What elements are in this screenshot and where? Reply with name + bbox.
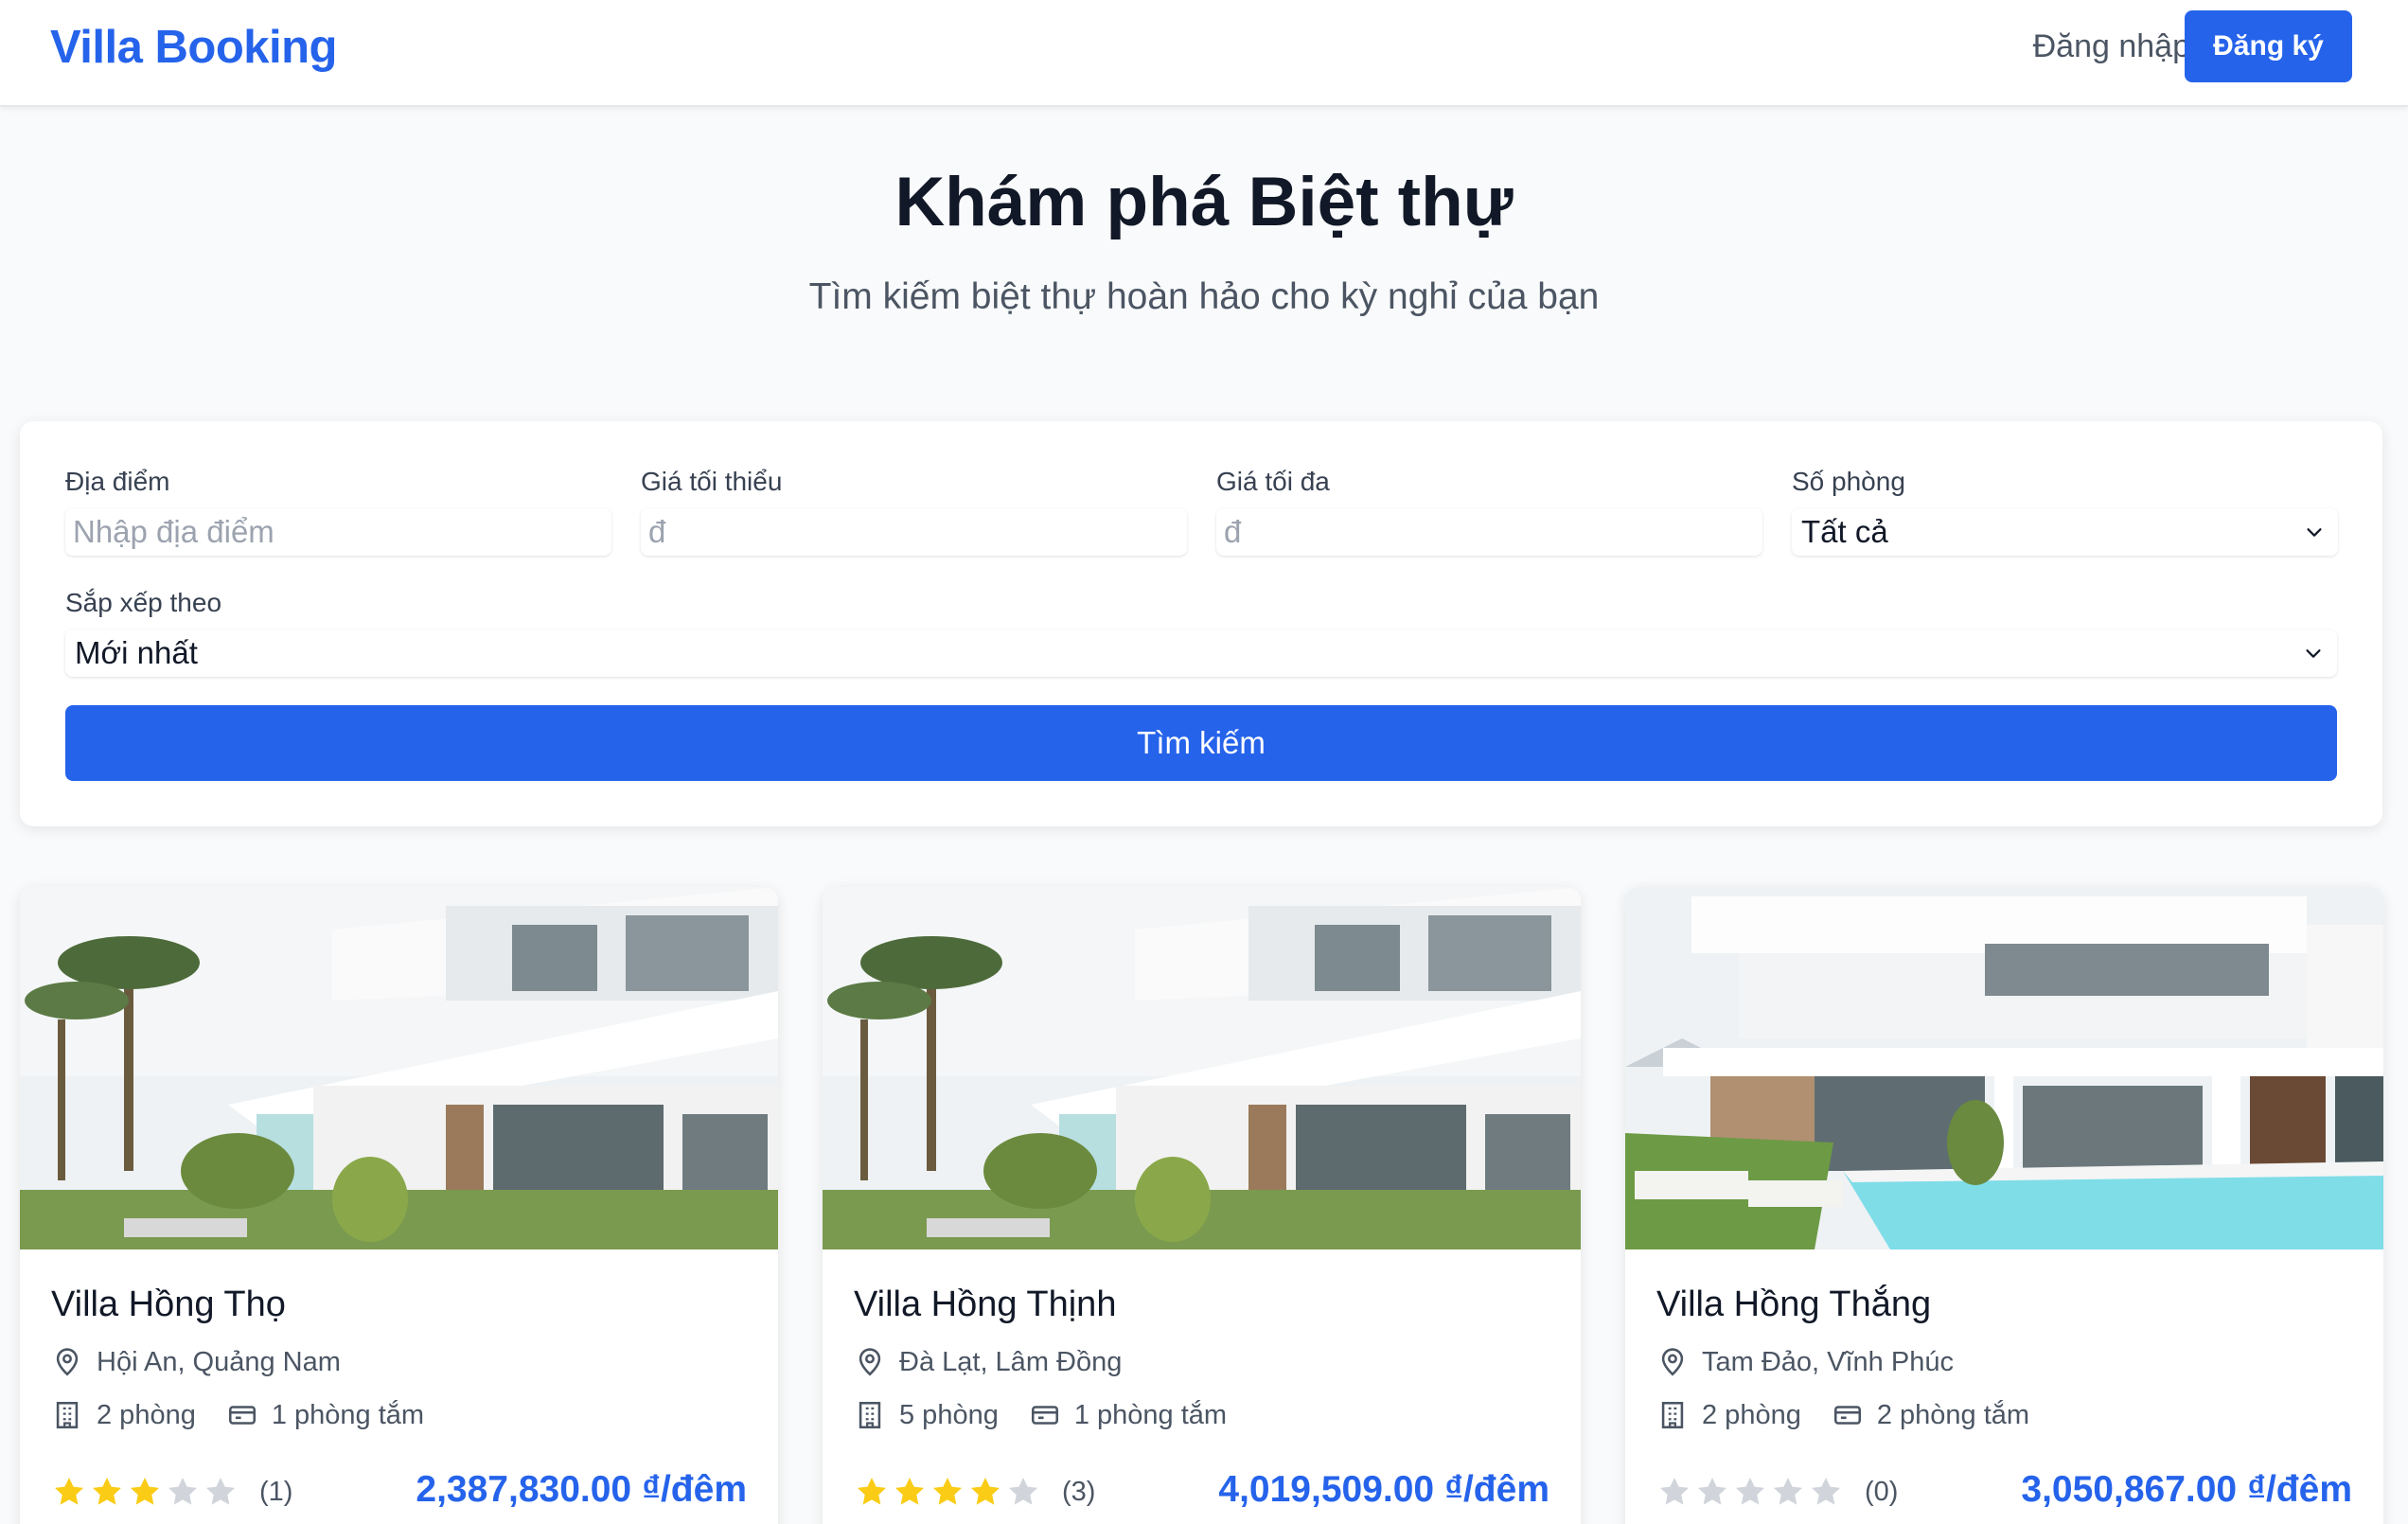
villa-price: 2,387,830.00 ₫/đêm — [416, 1469, 747, 1510]
star-icon — [1811, 1477, 1841, 1505]
building-icon — [1661, 1401, 1684, 1429]
villa-name[interactable]: Villa Hồng Thọ — [51, 1285, 286, 1325]
star-icon — [932, 1477, 963, 1505]
villa-location: Hội An, Quảng Nam — [51, 1346, 341, 1378]
villa-location: Tam Đảo, Vĩnh Phúc — [1656, 1346, 1954, 1378]
location-text: Hội An, Quảng Nam — [97, 1346, 341, 1377]
review-count: (1) — [259, 1476, 293, 1507]
rooms-text: 2 phòng — [1702, 1399, 1801, 1430]
location-input[interactable]: Nhập địa điểm — [65, 508, 611, 556]
login-link[interactable]: Đăng nhập — [2033, 28, 2190, 65]
bath-card-icon — [1031, 1406, 1058, 1425]
star-icon — [1735, 1477, 1765, 1505]
location-text: Đà Lạt, Lâm Đồng — [899, 1346, 1123, 1377]
star-icon — [92, 1477, 122, 1505]
villa-specs: 2 phòng 2 phòng tắm — [1656, 1399, 2060, 1431]
villa-card[interactable]: Villa Hồng Thọ Hội An, Quảng Nam 2 phòng… — [20, 887, 778, 1524]
star-rating: (1) — [51, 1474, 292, 1510]
chevron-down-icon — [2306, 649, 2321, 658]
star-icon — [1008, 1477, 1038, 1505]
map-pin-icon — [1661, 1348, 1684, 1376]
villa-price: 4,019,509.00 ₫/đêm — [1218, 1469, 1549, 1510]
villa-photo[interactable] — [823, 887, 1581, 1249]
page-subtitle: Tìm kiếm biệt thự hoàn hảo cho kỳ nghỉ c… — [808, 276, 1600, 317]
villa-specs: 5 phòng 1 phòng tắm — [854, 1399, 1257, 1431]
chevron-down-icon — [2307, 528, 2322, 537]
min-price-label: Giá tối thiểu — [641, 467, 783, 496]
star-icon — [970, 1477, 1000, 1505]
star-rating: (0) — [1656, 1474, 1898, 1510]
sort-select-value: Mới nhất — [75, 635, 198, 670]
map-pin-icon — [859, 1348, 881, 1376]
villa-card[interactable]: Villa Hồng Thắng Tam Đảo, Vĩnh Phúc 2 ph… — [1625, 887, 2383, 1524]
location-label: Địa điểm — [65, 467, 170, 496]
sort-label: Sắp xếp theo — [65, 588, 222, 617]
max-price-label: Giá tối đa — [1216, 467, 1330, 496]
rooms-text: 5 phòng — [899, 1399, 999, 1430]
building-icon — [56, 1401, 79, 1429]
star-icon — [205, 1477, 236, 1505]
villa-card[interactable]: Villa Hồng Thịnh Đà Lạt, Lâm Đồng 5 phòn… — [823, 887, 1581, 1524]
max-price-input[interactable]: đ — [1216, 508, 1762, 556]
villa-photo[interactable] — [20, 887, 778, 1249]
rooms-text: 2 phòng — [97, 1399, 196, 1430]
signup-button[interactable]: Đăng ký — [2185, 10, 2352, 82]
villa-name[interactable]: Villa Hồng Thắng — [1656, 1285, 1931, 1325]
star-icon — [1773, 1477, 1803, 1505]
building-icon — [859, 1401, 881, 1429]
page-title: Khám phá Biệt thự — [894, 164, 1514, 240]
bathrooms-text: 2 phòng tắm — [1876, 1399, 2030, 1430]
rooms-select-value: Tất cả — [1801, 514, 1888, 549]
bath-card-icon — [228, 1406, 256, 1425]
star-icon — [168, 1477, 198, 1505]
star-icon — [857, 1477, 887, 1505]
rooms-select[interactable]: Tất cả — [1792, 508, 2338, 556]
villa-name[interactable]: Villa Hồng Thịnh — [854, 1285, 1116, 1325]
star-icon — [894, 1477, 925, 1505]
top-navbar: Villa Booking Đăng nhập Đăng ký — [0, 0, 2408, 107]
villa-specs: 2 phòng 1 phòng tắm — [51, 1399, 454, 1431]
star-rating: (3) — [854, 1474, 1095, 1510]
bath-card-icon — [1833, 1406, 1861, 1425]
star-icon — [54, 1477, 84, 1505]
search-button[interactable]: Tìm kiếm — [65, 705, 2337, 781]
min-price-input[interactable]: đ — [641, 508, 1187, 556]
villa-price: 3,050,867.00 ₫/đêm — [2021, 1469, 2352, 1510]
star-icon — [1659, 1477, 1690, 1505]
sort-select[interactable]: Mới nhất — [65, 629, 2337, 677]
review-count: (3) — [1062, 1476, 1096, 1507]
villa-photo[interactable] — [1625, 887, 2383, 1249]
star-icon — [130, 1477, 160, 1505]
rooms-label: Số phòng — [1792, 467, 1905, 496]
location-text: Tam Đảo, Vĩnh Phúc — [1702, 1346, 1954, 1377]
bathrooms-text: 1 phòng tắm — [271, 1399, 425, 1430]
brand-logo[interactable]: Villa Booking — [50, 21, 337, 74]
star-icon — [1697, 1477, 1727, 1505]
bathrooms-text: 1 phòng tắm — [1073, 1399, 1228, 1430]
search-filter-panel: Địa điểm Nhập địa điểm Giá tối thiểu đ G… — [20, 421, 2382, 826]
map-pin-icon — [56, 1348, 79, 1376]
villa-location: Đà Lạt, Lâm Đồng — [854, 1346, 1122, 1378]
review-count: (0) — [1865, 1476, 1899, 1507]
